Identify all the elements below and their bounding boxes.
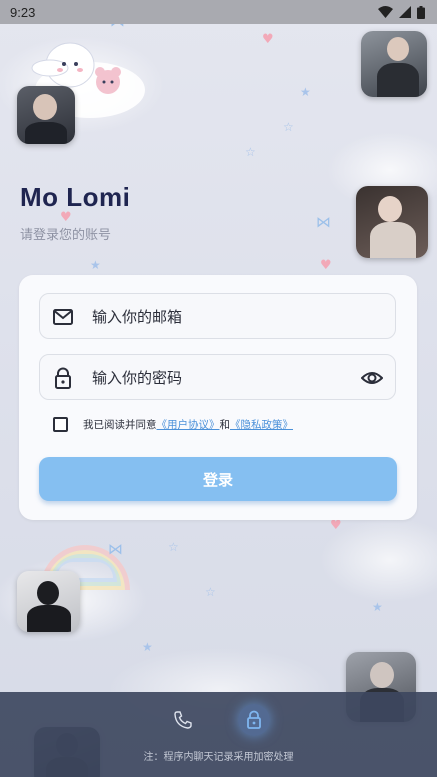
eye-icon[interactable]	[361, 367, 383, 389]
profile-photo-tile	[356, 186, 428, 258]
agree-checkbox[interactable]	[53, 416, 68, 432]
privacy-policy-link[interactable]: 《隐私政策》	[230, 417, 293, 432]
wifi-icon	[378, 6, 393, 18]
bottom-bar: 注：程序内聊天记录采用加密处理	[0, 692, 437, 777]
email-input[interactable]	[90, 294, 354, 340]
agreement-row: 我已阅读并同意 《用户协议》 和 《隐私政策》	[53, 414, 293, 434]
status-bar: 9:23	[0, 0, 437, 24]
lock-icon	[247, 710, 261, 729]
battery-icon	[417, 5, 425, 19]
signal-icon	[399, 6, 411, 18]
secure-lock-button[interactable]	[238, 704, 270, 736]
password-field[interactable]	[39, 354, 396, 401]
app-title: Mo Lomi	[20, 182, 131, 212]
agree-conjunction-text: 和	[219, 418, 231, 431]
encryption-note: 注：程序内聊天记录采用加密处理	[143, 752, 294, 763]
login-card: 我已阅读并同意 《用户协议》 和 《隐私政策》 登录	[19, 275, 417, 520]
status-time: 9:23	[10, 4, 36, 20]
mail-icon	[53, 309, 73, 325]
agree-prefix-text: 我已阅读并同意	[83, 418, 157, 431]
password-input[interactable]	[90, 355, 354, 401]
lock-icon	[55, 367, 71, 389]
phone-icon[interactable]	[173, 710, 193, 730]
login-button[interactable]: 登录	[39, 457, 397, 501]
email-field[interactable]	[39, 293, 396, 340]
profile-photo-tile	[17, 571, 80, 632]
login-subtitle: 请登录您的账号	[20, 228, 112, 243]
profile-photo-tile	[361, 31, 427, 97]
profile-photo-tile	[17, 86, 75, 144]
status-icons	[378, 5, 425, 19]
user-agreement-link[interactable]: 《用户协议》	[157, 417, 220, 432]
